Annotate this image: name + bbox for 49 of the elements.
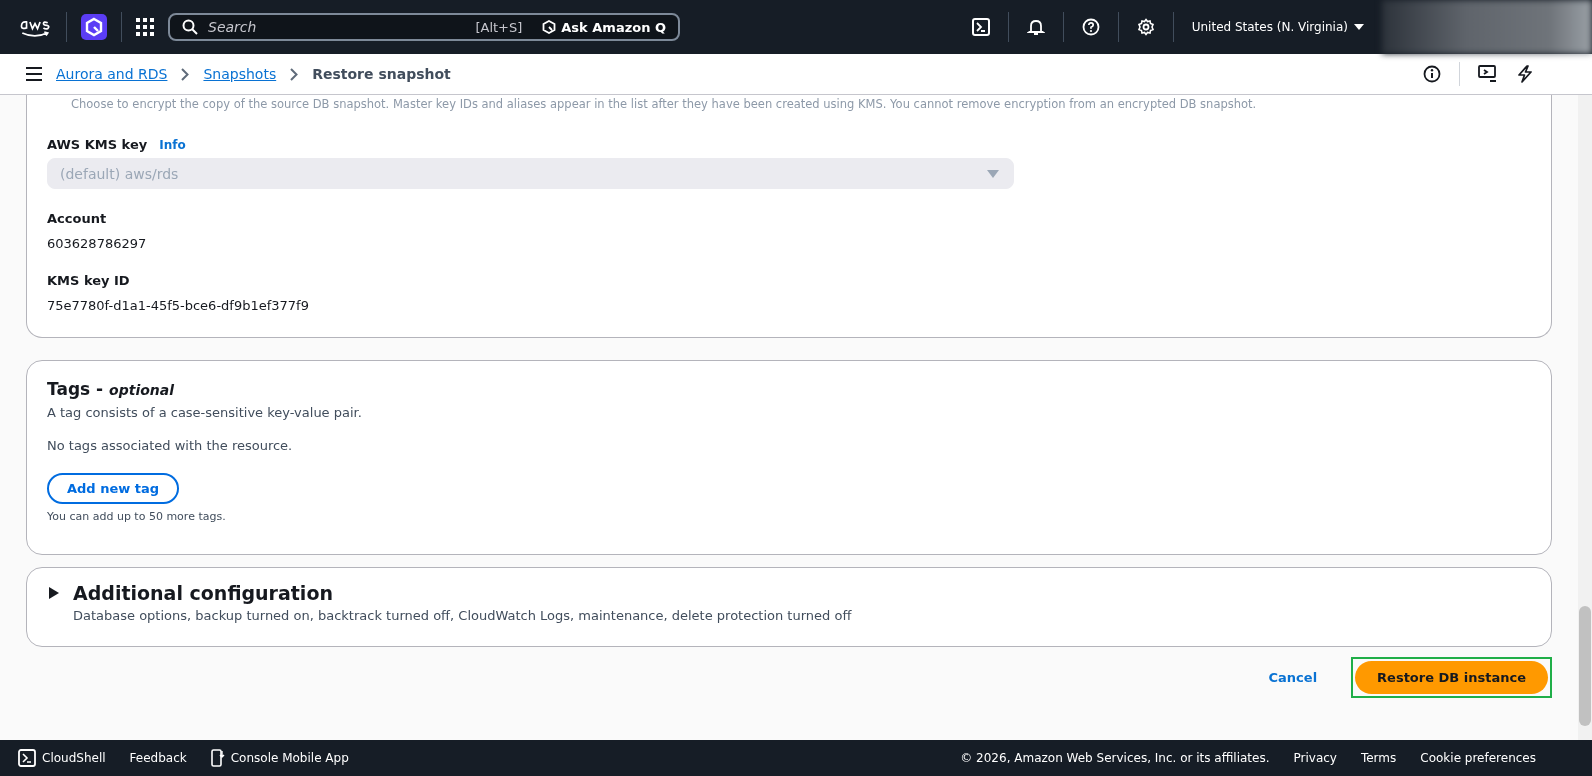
field-label: KMS key ID — [47, 273, 131, 288]
caret-icon — [49, 587, 59, 599]
field-value: 75e7780f-d1a1-45f5-bce6-df9b1ef377f9 — [47, 298, 310, 313]
settings-icon[interactable] — [1136, 18, 1155, 36]
empty-tags-text: No tags associated with the resource. — [47, 438, 294, 453]
hexagon-icon — [542, 20, 557, 34]
section-description: A tag consists of a case-sensitive key-value pair. — [47, 405, 363, 420]
footer-link[interactable]: Terms — [1360, 751, 1397, 765]
menu-icon[interactable] — [26, 67, 42, 81]
search-field[interactable]: Search [Alt+S] Ask Amazon Q — [168, 13, 680, 41]
restore-db-instance-button[interactable]: Restore DB instance — [1355, 661, 1548, 694]
q-app-icon[interactable] — [81, 14, 107, 40]
field-label: Account — [47, 211, 108, 226]
expand-toggle[interactable]: Additional configuration — [49, 582, 1531, 604]
breadcrumb-link[interactable]: Aurora and RDS — [56, 66, 168, 82]
apps-grid-icon[interactable] — [136, 18, 154, 36]
feedback-link[interactable]: Feedback — [129, 751, 187, 765]
notifications-icon[interactable] — [1026, 18, 1045, 36]
chevron-right-icon — [290, 67, 299, 81]
lightning-icon[interactable] — [1516, 65, 1534, 83]
caret-down-icon — [987, 169, 999, 178]
footer-link[interactable]: Cookie preferences — [1420, 751, 1536, 765]
breadcrumb-current: Restore snapshot — [312, 66, 451, 82]
terminal-icon — [18, 749, 36, 767]
field-label: AWS KMS key — [47, 137, 148, 152]
region-selector[interactable]: United States (N. Virginia) — [1191, 20, 1364, 34]
section-title: Tags - optional — [47, 379, 176, 399]
footer-link[interactable]: Privacy — [1293, 751, 1337, 765]
terminal-icon[interactable] — [971, 18, 990, 36]
info-icon[interactable] — [1423, 65, 1441, 83]
mobile-app-link[interactable]: Console Mobile App — [210, 749, 349, 767]
chevron-right-icon — [181, 67, 190, 81]
add-new-tag-button[interactable]: Add new tag — [47, 473, 180, 504]
shortcut-hint: [Alt+S] — [475, 19, 523, 35]
screen-feedback-icon[interactable] — [1478, 65, 1498, 83]
cloudshell-link[interactable]: CloudShell — [18, 749, 106, 767]
help-icon[interactable] — [1081, 18, 1100, 36]
tag-limit-text: You can add up to 50 more tags. — [47, 510, 227, 523]
section-description: Database options, backup turned on, backtrack turned off, CloudWatch Logs, maintenance, delete protection turned off — [73, 608, 853, 623]
field-value: 603628786297 — [47, 236, 148, 251]
caret-down-icon — [1354, 23, 1364, 31]
scrollbar[interactable] — [1578, 95, 1592, 740]
search-icon — [182, 19, 198, 35]
ask-amazon-q-button[interactable]: Ask Amazon Q — [530, 19, 666, 35]
breadcrumb-link[interactable]: Snapshots — [203, 66, 277, 82]
encryption-hint: Choose to encrypt the copy of the source DB snapshot. Master key IDs and aliases appear in the list after they have been created using KMS. You cannot remove encryption from an encrypted DB snapshot. — [71, 97, 1258, 111]
copyright-text: © 2026, Amazon Web Services, Inc. or its affiliates. — [960, 751, 1270, 765]
cancel-button[interactable]: Cancel — [1262, 669, 1324, 686]
phone-icon — [210, 749, 225, 767]
